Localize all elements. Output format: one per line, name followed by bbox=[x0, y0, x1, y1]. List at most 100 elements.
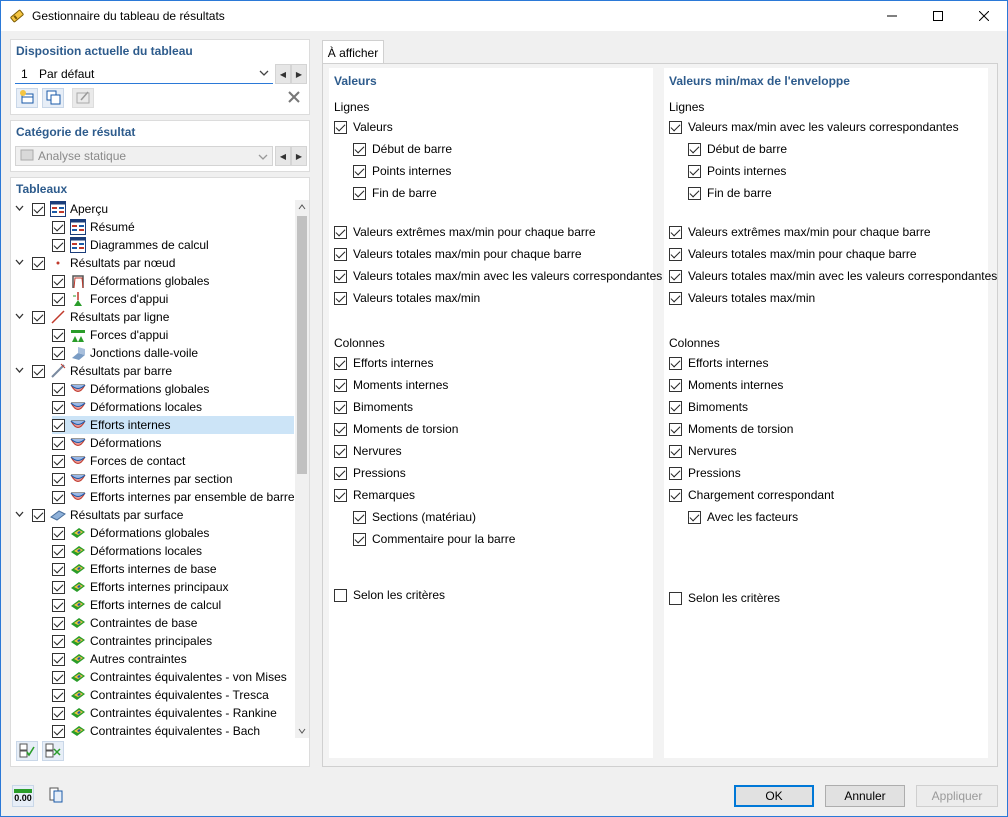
tree-item-checkbox[interactable] bbox=[52, 724, 65, 738]
tree-item-checkbox[interactable] bbox=[52, 220, 65, 234]
checkbox[interactable] bbox=[334, 291, 347, 305]
decimals-button[interactable]: 0.00 bbox=[12, 785, 34, 807]
checkbox[interactable] bbox=[353, 510, 366, 524]
line-option[interactable]: Valeurs totales max/min avec les valeurs… bbox=[334, 268, 662, 284]
tree-item[interactable]: Déformations locales bbox=[52, 398, 294, 416]
tree-item[interactable]: Contraintes principales bbox=[52, 632, 294, 650]
tree-group-item[interactable]: Résultats par barre bbox=[15, 362, 294, 380]
column-option[interactable]: Remarques bbox=[334, 487, 415, 503]
criteria-option[interactable]: Selon les critères bbox=[669, 590, 780, 606]
line-option[interactable]: Valeurs extrêmes max/min pour chaque bar… bbox=[334, 224, 596, 240]
tree-item[interactable]: Contraintes équivalentes - Bach bbox=[52, 722, 294, 740]
checkbox[interactable] bbox=[334, 588, 347, 602]
checkbox[interactable] bbox=[669, 466, 682, 480]
tree-item[interactable]: Déformations globales bbox=[52, 380, 294, 398]
checkbox[interactable] bbox=[669, 291, 682, 305]
tree-item[interactable]: Efforts internes de base bbox=[52, 560, 294, 578]
tree-item-checkbox[interactable] bbox=[52, 382, 65, 396]
tree-item[interactable]: Contraintes de base bbox=[52, 614, 294, 632]
tree-item-checkbox[interactable] bbox=[32, 508, 45, 522]
checkbox[interactable] bbox=[669, 247, 682, 261]
expand-chevron-icon[interactable] bbox=[15, 204, 24, 213]
tree-item-checkbox[interactable] bbox=[52, 490, 65, 504]
expand-chevron-icon[interactable] bbox=[15, 366, 24, 375]
tree-item-checkbox[interactable] bbox=[52, 436, 65, 450]
line-option[interactable]: Valeurs totales max/min bbox=[669, 290, 815, 306]
tree-item-checkbox[interactable] bbox=[52, 616, 65, 630]
maximize-button[interactable] bbox=[915, 1, 961, 31]
tree-item-checkbox[interactable] bbox=[52, 562, 65, 576]
tree-item-checkbox[interactable] bbox=[52, 670, 65, 684]
tree-item[interactable]: Déformations bbox=[52, 434, 294, 452]
checkbox[interactable] bbox=[334, 444, 347, 458]
checkbox[interactable] bbox=[669, 120, 682, 134]
tree-item-checkbox[interactable] bbox=[52, 346, 65, 360]
checkbox[interactable] bbox=[334, 422, 347, 436]
checkbox[interactable] bbox=[334, 225, 347, 239]
scroll-down-icon[interactable] bbox=[295, 724, 309, 738]
tree-item-checkbox[interactable] bbox=[52, 526, 65, 540]
checkbox[interactable] bbox=[669, 488, 682, 502]
tab-display[interactable]: À afficher bbox=[322, 40, 384, 64]
layout-next-button[interactable]: ▶ bbox=[291, 64, 307, 84]
category-next-button[interactable]: ▶ bbox=[291, 146, 307, 166]
new-layout-button[interactable] bbox=[16, 88, 38, 108]
scroll-thumb[interactable] bbox=[297, 216, 307, 474]
tree-group-item[interactable]: Résultats par nœud bbox=[15, 254, 294, 272]
checkbox[interactable] bbox=[669, 444, 682, 458]
cancel-button[interactable]: Annuler bbox=[825, 785, 905, 807]
checkbox[interactable] bbox=[334, 400, 347, 414]
checkbox[interactable] bbox=[334, 378, 347, 392]
tree-item-checkbox[interactable] bbox=[32, 364, 45, 378]
checkbox[interactable] bbox=[353, 186, 366, 200]
expand-chevron-icon[interactable] bbox=[15, 258, 24, 267]
column-option[interactable]: Bimoments bbox=[334, 399, 413, 415]
column-option[interactable]: Moments internes bbox=[669, 377, 783, 393]
tree-item[interactable]: Déformations globales bbox=[52, 272, 294, 290]
column-option[interactable]: Efforts internes bbox=[334, 355, 433, 371]
tree-item-checkbox[interactable] bbox=[32, 310, 45, 324]
column-option[interactable]: Moments internes bbox=[334, 377, 448, 393]
line-option[interactable]: Valeurs totales max/min bbox=[334, 290, 480, 306]
tree-item[interactable]: Contraintes équivalentes - von Mises bbox=[52, 668, 294, 686]
apply-button[interactable]: Appliquer bbox=[916, 785, 998, 807]
column-option[interactable]: Nervures bbox=[669, 443, 737, 459]
line-option[interactable]: Valeurs totales max/min pour chaque barr… bbox=[334, 246, 582, 262]
column-option[interactable]: Pressions bbox=[669, 465, 741, 481]
checkbox[interactable] bbox=[688, 164, 701, 178]
column-option[interactable]: Pressions bbox=[334, 465, 406, 481]
tree-item-checkbox[interactable] bbox=[52, 544, 65, 558]
line-option[interactable]: Début de barre bbox=[353, 141, 452, 157]
tree-scrollbar[interactable] bbox=[295, 200, 309, 738]
line-option[interactable]: Valeurs max/min avec les valeurs corresp… bbox=[669, 119, 959, 135]
tree-item[interactable]: Autres contraintes bbox=[52, 650, 294, 668]
expand-chevron-icon[interactable] bbox=[15, 510, 24, 519]
checkbox[interactable] bbox=[669, 378, 682, 392]
tree-item-checkbox[interactable] bbox=[52, 598, 65, 612]
copy-layout-button[interactable] bbox=[42, 88, 64, 108]
tree-item[interactable]: Efforts internes principaux bbox=[52, 578, 294, 596]
tree-group-item[interactable]: Résultats par ligne bbox=[15, 308, 294, 326]
tree-item[interactable]: Diagrammes de calcul bbox=[52, 236, 294, 254]
tree-item-checkbox[interactable] bbox=[52, 238, 65, 252]
tree-item-checkbox[interactable] bbox=[52, 634, 65, 648]
tree-item-checkbox[interactable] bbox=[52, 418, 65, 432]
tree-item[interactable]: Efforts internes bbox=[52, 416, 294, 434]
tree-item[interactable]: Forces d'appui bbox=[52, 290, 294, 308]
tree-item[interactable]: Efforts internes de calcul bbox=[52, 596, 294, 614]
checkbox[interactable] bbox=[669, 422, 682, 436]
tree-item-checkbox[interactable] bbox=[52, 472, 65, 486]
column-option[interactable]: Moments de torsion bbox=[334, 421, 458, 437]
check-all-button[interactable] bbox=[16, 741, 38, 761]
column-option[interactable]: Nervures bbox=[334, 443, 402, 459]
tree-item[interactable]: Contraintes équivalentes - Tresca bbox=[52, 686, 294, 704]
tree-item-checkbox[interactable] bbox=[32, 256, 45, 270]
tree-item-checkbox[interactable] bbox=[32, 202, 45, 216]
column-option[interactable]: Avec les facteurs bbox=[688, 509, 798, 525]
delete-layout-button[interactable] bbox=[283, 88, 305, 108]
line-option[interactable]: Valeurs totales max/min pour chaque barr… bbox=[669, 246, 917, 262]
category-select[interactable]: Analyse statique bbox=[15, 146, 273, 166]
line-option[interactable]: Points internes bbox=[688, 163, 786, 179]
checkbox[interactable] bbox=[669, 269, 682, 283]
checkbox[interactable] bbox=[334, 120, 347, 134]
